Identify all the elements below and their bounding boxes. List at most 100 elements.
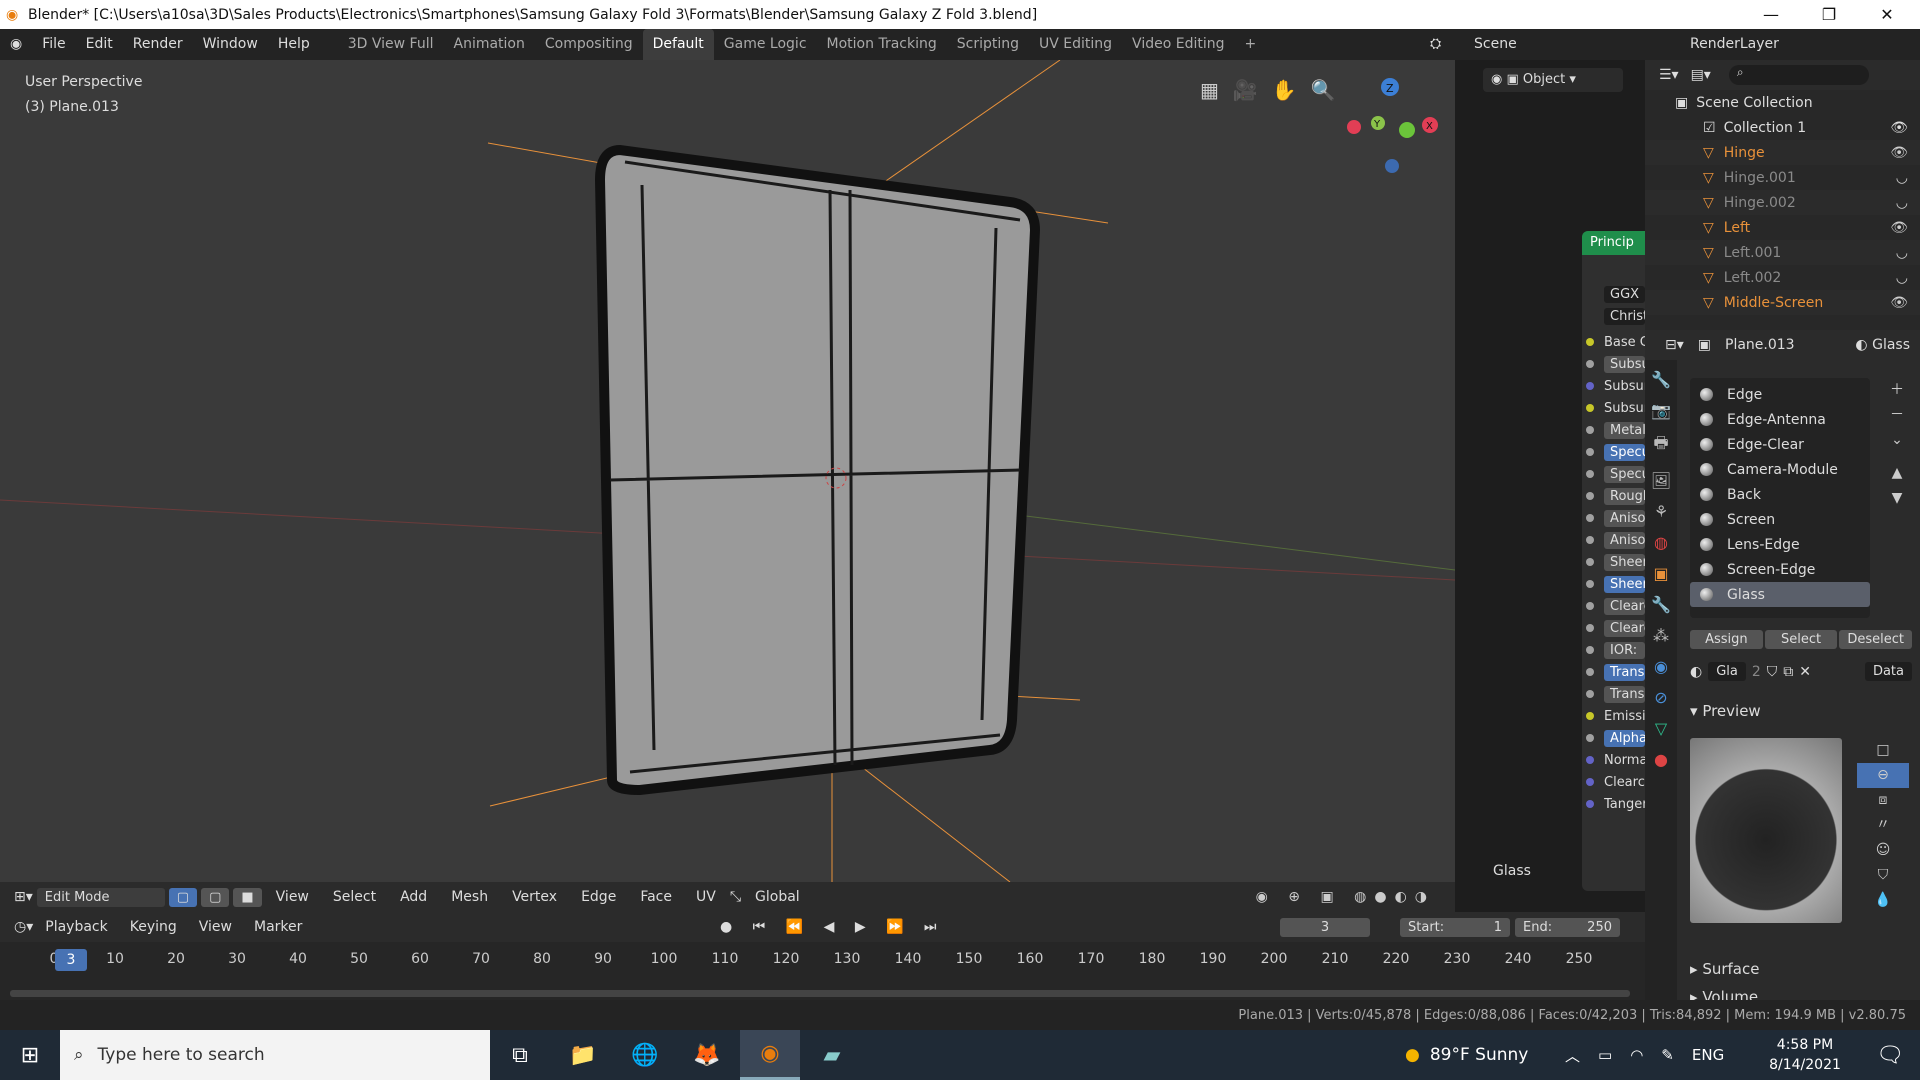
camera-view-icon[interactable]: 🎥 <box>1233 78 1258 102</box>
view-layer-tab-icon[interactable]: 🖼 <box>1651 471 1671 490</box>
wifi-icon[interactable]: ◠ <box>1630 1046 1643 1064</box>
eye-icon[interactable]: 👁 <box>1890 295 1908 311</box>
properties-editor[interactable]: ⊟▾ ▣ Plane.013 ◐ Glass 🔧 📷 🖶 🖼 ⚘ ◍ ▣ 🔧 ⁂ ◉ ⊘ ▽ ● Edg… <box>1645 330 1920 1006</box>
tab-animation[interactable]: Animation <box>444 29 535 60</box>
eye-closed-icon[interactable]: ◡ <box>1896 170 1908 186</box>
outliner-item[interactable]: ▽ Middle-Screen 👁 <box>1645 290 1920 315</box>
tab-scripting[interactable]: Scripting <box>947 29 1029 60</box>
tab-motion-tracking[interactable]: Motion Tracking <box>817 29 947 60</box>
preview-cloth-icon[interactable]: ⛉ <box>1857 863 1909 888</box>
add-slot-button[interactable]: ＋ <box>1885 378 1909 403</box>
socket-dot[interactable] <box>1586 558 1594 566</box>
checkbox-icon[interactable]: ☑ <box>1703 120 1716 136</box>
material-slot[interactable]: Back <box>1690 482 1870 507</box>
node-socket[interactable]: Clearco <box>1586 771 1645 793</box>
eye-closed-icon[interactable]: ◡ <box>1896 245 1908 261</box>
clock[interactable]: 4:58 PM 8/14/2021 <box>1755 1035 1855 1075</box>
remove-slot-button[interactable]: － <box>1885 403 1909 428</box>
socket-dot[interactable] <box>1586 382 1594 390</box>
render-tab-icon[interactable]: 📷 <box>1651 401 1671 420</box>
3d-viewport[interactable]: Z Y X User Perspective (3) Plane.013 ▦ 🎥… <box>0 60 1455 912</box>
file-explorer-icon[interactable]: 📁 <box>553 1030 613 1080</box>
pan-hand-icon[interactable]: ✋ <box>1272 78 1297 102</box>
vertex-select-icon[interactable]: ▢ <box>168 887 198 907</box>
slot-specials-button[interactable]: ⌄ <box>1885 428 1909 453</box>
menu-marker[interactable]: Marker <box>244 912 312 943</box>
blender-menu-icon[interactable]: ◉ <box>0 29 32 60</box>
scene-selector[interactable]: Scene <box>1474 29 1624 60</box>
mode-selector[interactable]: Edit Mode <box>36 887 165 907</box>
node-socket[interactable]: Subsurf <box>1586 353 1645 375</box>
menu-uv[interactable]: UV <box>686 882 726 913</box>
taskbar-search[interactable]: ⌕ Type here to search <box>60 1030 490 1080</box>
node-socket[interactable]: Clearco <box>1586 595 1645 617</box>
minimize-button[interactable]: — <box>1742 0 1800 29</box>
language-indicator[interactable]: ENG <box>1692 1046 1724 1064</box>
socket-dot[interactable] <box>1586 646 1594 654</box>
menu-window[interactable]: Window <box>193 29 268 60</box>
menu-keying[interactable]: Keying <box>120 912 187 943</box>
node-socket[interactable]: Metallic <box>1586 419 1645 441</box>
timeline-scrollbar[interactable] <box>10 990 1630 997</box>
preview-panel-header[interactable]: ▾ Preview <box>1690 702 1761 720</box>
tab-default[interactable]: Default <box>642 29 714 60</box>
face-select-icon[interactable]: ■ <box>233 887 262 907</box>
menu-render[interactable]: Render <box>123 29 193 60</box>
socket-dot[interactable] <box>1586 426 1594 434</box>
outliner-item[interactable]: ▽ Left 👁 <box>1645 215 1920 240</box>
node-socket[interactable]: Sheen T <box>1586 573 1645 595</box>
close-button[interactable]: ✕ <box>1858 0 1916 29</box>
eye-closed-icon[interactable]: ◡ <box>1896 270 1908 286</box>
node-socket[interactable]: Tangent <box>1586 793 1645 815</box>
material-slot[interactable]: Screen <box>1690 507 1870 532</box>
eye-icon[interactable]: 👁 <box>1890 220 1908 236</box>
select-button[interactable]: Select <box>1764 630 1838 649</box>
properties-type-icon[interactable]: ⊟▾ <box>1665 337 1684 353</box>
socket-dot[interactable] <box>1586 360 1594 368</box>
weather-widget[interactable]: ● 89°F Sunny <box>1405 1030 1528 1080</box>
principled-bsdf-node[interactable]: Princip GGX Christer Base CoSubsurfSubsu… <box>1582 231 1645 891</box>
node-socket[interactable]: Alpha: <box>1586 727 1645 749</box>
menu-select[interactable]: Select <box>323 882 386 913</box>
add-workspace-button[interactable]: + <box>1234 29 1266 60</box>
material-slot[interactable]: Edge-Clear <box>1690 432 1870 457</box>
task-view-icon[interactable]: ⧉ <box>490 1030 550 1080</box>
socket-dot[interactable] <box>1586 602 1594 610</box>
object-mode-selector[interactable]: ◉ ▣ Object ▾ <box>1483 68 1623 92</box>
outliner-item[interactable]: ▽ Left.001 ◡ <box>1645 240 1920 265</box>
menu-add[interactable]: Add <box>390 882 437 913</box>
socket-dot[interactable] <box>1586 624 1594 632</box>
eye-icon[interactable]: 👁 <box>1890 120 1908 136</box>
end-frame-field[interactable]: End: 250 <box>1515 917 1620 937</box>
menu-view[interactable]: View <box>266 882 319 913</box>
socket-dot[interactable] <box>1586 514 1594 522</box>
socket-dot[interactable] <box>1586 800 1594 808</box>
node-socket[interactable]: Clearco <box>1586 617 1645 639</box>
menu-face[interactable]: Face <box>630 882 682 913</box>
fake-user-icon[interactable]: ⛉ <box>1767 664 1778 680</box>
socket-dot[interactable] <box>1586 404 1594 412</box>
outliner-item[interactable]: ▽ Hinge 👁 <box>1645 140 1920 165</box>
material-slot-list[interactable]: Edge Edge-Antenna Edge-Clear Camera-Module B… <box>1690 378 1870 618</box>
socket-dot[interactable] <box>1586 536 1594 544</box>
constraints-tab-icon[interactable]: ⊘ <box>1654 688 1667 707</box>
node-socket[interactable]: Anisotr <box>1586 507 1645 529</box>
surface-panel-header[interactable]: ▸ Surface <box>1690 960 1759 978</box>
socket-dot[interactable] <box>1586 448 1594 456</box>
timeline-area[interactable]: 0 10 20 30 40 50 60 70 80 90 100 110 120 130 140 150 160… <box>0 942 1645 1000</box>
restore-button[interactable]: ❐ <box>1800 0 1858 29</box>
outliner-item[interactable]: ▽ Hinge.002 ◡ <box>1645 190 1920 215</box>
material-slot[interactable]: Glass <box>1690 582 1870 607</box>
node-socket[interactable]: IOR: <box>1586 639 1645 661</box>
particles-tab-icon[interactable]: ⁂ <box>1653 626 1669 645</box>
tab-uv-editing[interactable]: UV Editing <box>1029 29 1122 60</box>
outliner-item[interactable]: ▽ Hinge.001 ◡ <box>1645 165 1920 190</box>
tab-compositing[interactable]: Compositing <box>535 29 643 60</box>
socket-dot[interactable] <box>1586 734 1594 742</box>
node-socket[interactable]: Sheen: <box>1586 551 1645 573</box>
world-tab-icon[interactable]: ◍ <box>1654 533 1668 552</box>
eye-closed-icon[interactable]: ◡ <box>1896 195 1908 211</box>
preview-sphere-icon[interactable]: ⊖ <box>1857 763 1909 788</box>
node-socket[interactable]: Emissio <box>1586 705 1645 727</box>
material-slot[interactable]: Edge <box>1690 382 1870 407</box>
